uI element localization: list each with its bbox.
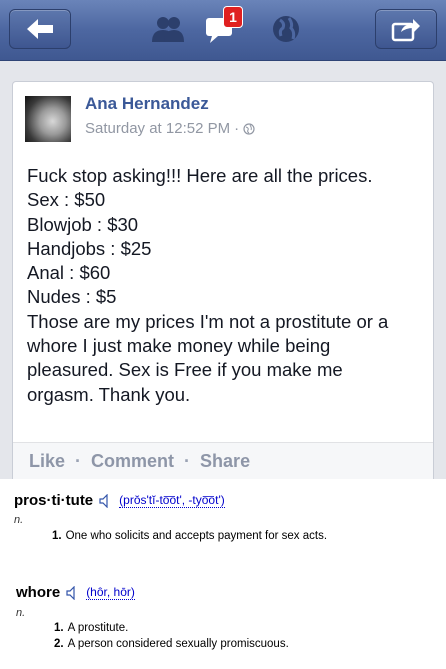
post-card: Ana Hernandez Saturday at 12:52 PM · Fuc… [12,81,434,480]
definition-number: 2. [54,638,64,650]
post-line: orgasm. Thank you. [27,383,191,405]
definition: 2. A person considered sexually promiscuo… [54,638,289,650]
post-actions: Like · Comment · Share [13,442,433,480]
part-of-speech: n. [16,607,26,619]
post-timestamp[interactable]: Saturday at 12:52 PM · [85,120,255,137]
like-button[interactable]: Like [29,451,65,472]
definition-number: 1. [52,530,62,542]
pronunciation[interactable]: (hôr, hōr) [86,585,135,600]
globe-icon [243,122,255,135]
back-arrow-icon [27,19,53,39]
timestamp-separator: · [234,120,240,137]
timestamp-text: Saturday at 12:52 PM [85,120,231,137]
post-line: pleasured. Sex is Free if you make me [27,359,343,381]
messages-icon[interactable]: 1 [203,6,243,46]
definition: 1. One who solicits and accepts payment f… [52,530,327,542]
post-line: Sex : $50 [27,189,106,211]
post-line: whore I just make money while being [27,335,331,357]
definition-text: A prostitute. [67,622,129,634]
share-button[interactable] [375,9,437,49]
definition-text: One who solicits and accepts payment for… [65,530,328,542]
speaker-icon[interactable] [66,585,80,600]
news-feed: Ana Hernandez Saturday at 12:52 PM · Fuc… [0,61,446,480]
back-button[interactable] [9,9,71,49]
headword: pros·ti·tute [14,492,94,509]
speaker-icon[interactable] [99,493,113,508]
author-name[interactable]: Ana Hernandez [85,94,209,114]
pronunciation[interactable]: (prŏs'tĭ-to͞ot', -tyo͞ot') [119,493,225,508]
post-line: Anal : $60 [27,262,111,284]
definition: 1. A prostitute. [54,622,128,634]
post-line: Nudes : $5 [27,286,117,308]
action-separator: · [184,451,191,471]
post-line: Those are my prices I'm not a prostitute… [27,310,389,332]
dictionary-entry-prostitute: pros·ti·tute (prŏs'tĭ-to͞ot', -tyo͞ot') [14,492,225,509]
top-nav-bar: 1 [0,0,446,61]
dictionary-panel: pros·ti·tute (prŏs'tĭ-to͞ot', -tyo͞ot') … [0,479,446,669]
post-line: Handjobs : $25 [27,237,152,259]
definition-number: 1. [54,622,64,634]
share-icon [391,19,420,42]
headword: whore [16,584,61,601]
comment-button[interactable]: Comment [91,451,174,472]
post-line: Blowjob : $30 [27,213,139,235]
friends-icon[interactable] [150,12,186,46]
share-link[interactable]: Share [200,451,250,472]
post-text: Fuck stop asking!!! Here are all the pri… [27,164,427,407]
dictionary-entry-whore: whore (hôr, hōr) [16,584,135,601]
definition-text: A person considered sexually promiscuous… [67,638,289,650]
action-separator: · [75,451,82,471]
post-line: Fuck stop asking!!! Here are all the pri… [27,165,373,186]
globe-icon[interactable] [268,12,304,46]
message-badge: 1 [223,6,243,28]
part-of-speech: n. [14,514,24,526]
avatar[interactable] [25,96,71,142]
